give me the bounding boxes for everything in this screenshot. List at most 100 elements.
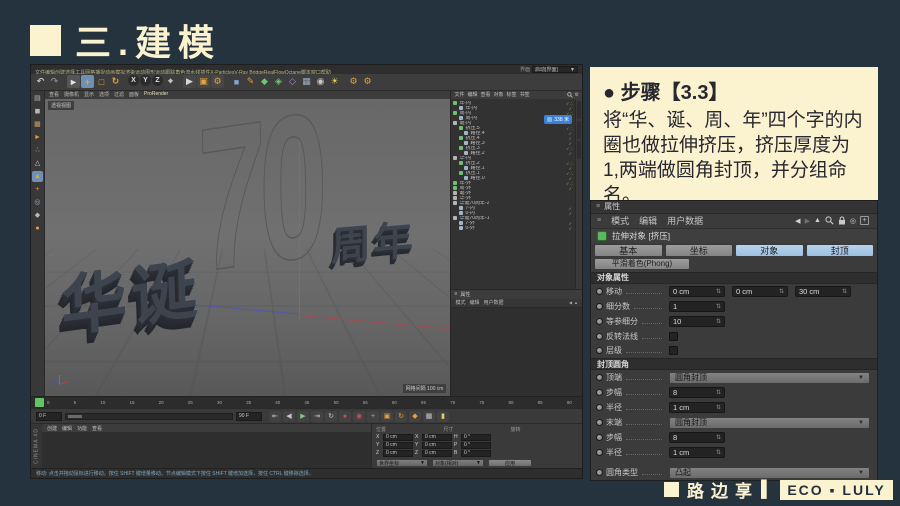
coordinate-mode-dropdown[interactable]: 对象(相对)▼ [432, 459, 484, 467]
coordinate-field[interactable]: 0 cm [383, 450, 413, 457]
keyframe-dot-icon[interactable] [596, 449, 603, 456]
attribute-tab[interactable]: 对象 [735, 244, 804, 257]
up-icon[interactable]: ▲ [814, 217, 821, 224]
primitive-cube-icon[interactable]: ■ [230, 75, 243, 88]
make-editable-icon[interactable]: ▤ [32, 93, 43, 104]
keyframe-dot-icon[interactable] [596, 419, 603, 426]
lock-icon[interactable] [838, 216, 846, 225]
panel-tab[interactable] [577, 141, 581, 159]
interface-dropdown[interactable]: 启动[界面] ▼ [532, 66, 578, 73]
move-tool-icon[interactable]: + [81, 75, 94, 88]
object-manager-menu-item[interactable]: 标签 [507, 91, 517, 98]
enabled-check-icon[interactable]: ✓ [569, 226, 572, 231]
sep[interactable] [178, 75, 182, 88]
scale-tool-icon[interactable]: □ [95, 75, 108, 88]
spline-pen-icon[interactable]: ✎ [244, 75, 257, 88]
object-manager-menu-item[interactable]: 文件 [454, 91, 464, 98]
play-icon[interactable]: ▶ [297, 411, 309, 422]
coordinate-field[interactable]: 0 cm [422, 450, 452, 457]
viewport-menu-item[interactable]: 显示 [84, 91, 94, 98]
move-x-field[interactable]: 0 cm⇅ [669, 286, 725, 297]
material-gear-icon[interactable]: ⚙ [347, 75, 360, 88]
key-scale-icon[interactable]: ▣ [381, 411, 393, 422]
attribute-mini-menu-item[interactable]: 编辑 [469, 299, 479, 306]
goto-start-icon[interactable]: ⇤ [269, 411, 281, 422]
object-manager-menu-item[interactable]: 编辑 [467, 91, 477, 98]
add-panel-icon[interactable]: + [860, 216, 869, 225]
end-frame-field[interactable]: 90 F [236, 412, 262, 421]
viewport-canvas[interactable]: 70 华诞 周年 透视视图 网格间隔 100 cm [45, 99, 451, 396]
model-mode-icon[interactable]: ◼ [32, 106, 43, 117]
axis-z-lock[interactable]: Z [152, 75, 163, 86]
object-manager-menu-item[interactable]: 查看 [481, 91, 491, 98]
keyframe-dot-icon[interactable] [596, 469, 603, 476]
cap-top-radius-field[interactable]: 1 cm⇅ [669, 402, 725, 413]
autokey-icon[interactable]: ▦ [423, 411, 435, 422]
cap-end-radius-field[interactable]: 1 cm⇅ [669, 447, 725, 458]
cap-top-steps-field[interactable]: 8⇅ [669, 387, 725, 398]
viewport-solo-icon[interactable]: ◎ [32, 197, 43, 208]
apply-button[interactable]: 应用 [488, 459, 532, 467]
material-menu-item[interactable]: 编辑 [62, 425, 72, 432]
attribute-tab[interactable]: 坐标 [665, 244, 734, 257]
edges-mode-icon[interactable]: △ [32, 158, 43, 169]
keyframe-dot-icon[interactable] [596, 303, 603, 310]
coordinate-field[interactable]: 0 ° [461, 450, 491, 457]
polygons-mode-icon[interactable]: ▲ [32, 171, 43, 182]
sep[interactable] [123, 75, 127, 88]
sep[interactable] [62, 75, 66, 88]
subdivision-field[interactable]: 1⇅ [669, 301, 725, 312]
attribute-tab[interactable]: 封顶 [806, 244, 875, 257]
deformer-icon[interactable]: ◇ [286, 75, 299, 88]
axis-x-lock[interactable]: X [128, 75, 139, 86]
current-frame-field[interactable]: 0 F [36, 412, 62, 421]
keyframe-dot-icon[interactable] [596, 434, 603, 441]
move-y-field[interactable]: 0 cm⇅ [732, 286, 788, 297]
attribute-menu-item[interactable]: 模式 [611, 214, 629, 227]
back-icon[interactable]: ◀ [569, 300, 572, 305]
cap-end-dropdown[interactable]: 圆角封顶▼ [669, 417, 870, 429]
selected-object-row[interactable]: 拉伸对象 [挤压] [591, 229, 877, 243]
viewport-menu-item[interactable]: ProRender [144, 91, 168, 98]
attribute-tab[interactable]: 基本 [594, 244, 663, 257]
hierarchy-checkbox[interactable] [669, 346, 678, 355]
cap-end-steps-field[interactable]: 8⇅ [669, 432, 725, 443]
keyframe-dot-icon[interactable] [596, 333, 603, 340]
material-menu-item[interactable]: 查看 [92, 425, 102, 432]
redo-icon[interactable]: ↷ [48, 75, 61, 88]
material-list-empty[interactable] [42, 432, 371, 468]
sep[interactable] [225, 75, 229, 88]
viewport-menu-item[interactable]: 查看 [49, 91, 59, 98]
play-backwards-icon[interactable]: ◀ [283, 411, 295, 422]
lock-workplane-icon[interactable]: ● [32, 223, 43, 234]
render-picture-icon[interactable]: ▣ [197, 75, 210, 88]
record-icon[interactable]: ◉ [353, 411, 365, 422]
rotate-tool-icon[interactable]: ↻ [109, 75, 122, 88]
key-rotation-icon[interactable]: ↻ [395, 411, 407, 422]
coordinate-space-dropdown[interactable]: 世界坐标▼ [376, 459, 428, 467]
undo-icon[interactable]: ↶ [34, 75, 47, 88]
keyframe-selection-icon[interactable]: ◆ [409, 411, 421, 422]
coordinate-field[interactable]: 0 cm [383, 434, 413, 441]
object-manager-menu-item[interactable]: 对象 [494, 91, 504, 98]
texture-mode-icon[interactable]: ▦ [32, 119, 43, 130]
coordinate-field[interactable]: 0 ° [461, 442, 491, 449]
light-icon[interactable]: ☀ [328, 75, 341, 88]
gear-icon[interactable]: ⚙ [575, 92, 579, 98]
viewport-menu-item[interactable]: 面板 [129, 91, 139, 98]
viewport-menu-item[interactable]: 选项 [99, 91, 109, 98]
coordinate-field[interactable]: 0 ° [461, 434, 491, 441]
keyframe-dot-icon[interactable] [596, 288, 603, 295]
enable-axis-icon[interactable]: + [32, 184, 43, 195]
tab-phong[interactable]: 平滑着色(Phong) [594, 258, 690, 270]
enabled-check-icon[interactable]: ✓ [569, 151, 572, 156]
snap-icon[interactable]: ◆ [32, 210, 43, 221]
0-外[interactable]: 0-外 ✓ [453, 226, 573, 231]
up-icon[interactable]: ▲ [574, 300, 578, 305]
key-position-icon[interactable]: + [367, 411, 379, 422]
search-icon[interactable] [567, 92, 573, 98]
coordinate-field[interactable]: 0 cm [383, 442, 413, 449]
scrubber-handle[interactable] [68, 415, 82, 418]
iso-subdivision-field[interactable]: 10⇅ [669, 316, 725, 327]
attribute-menu-item[interactable]: 编辑 [639, 214, 657, 227]
